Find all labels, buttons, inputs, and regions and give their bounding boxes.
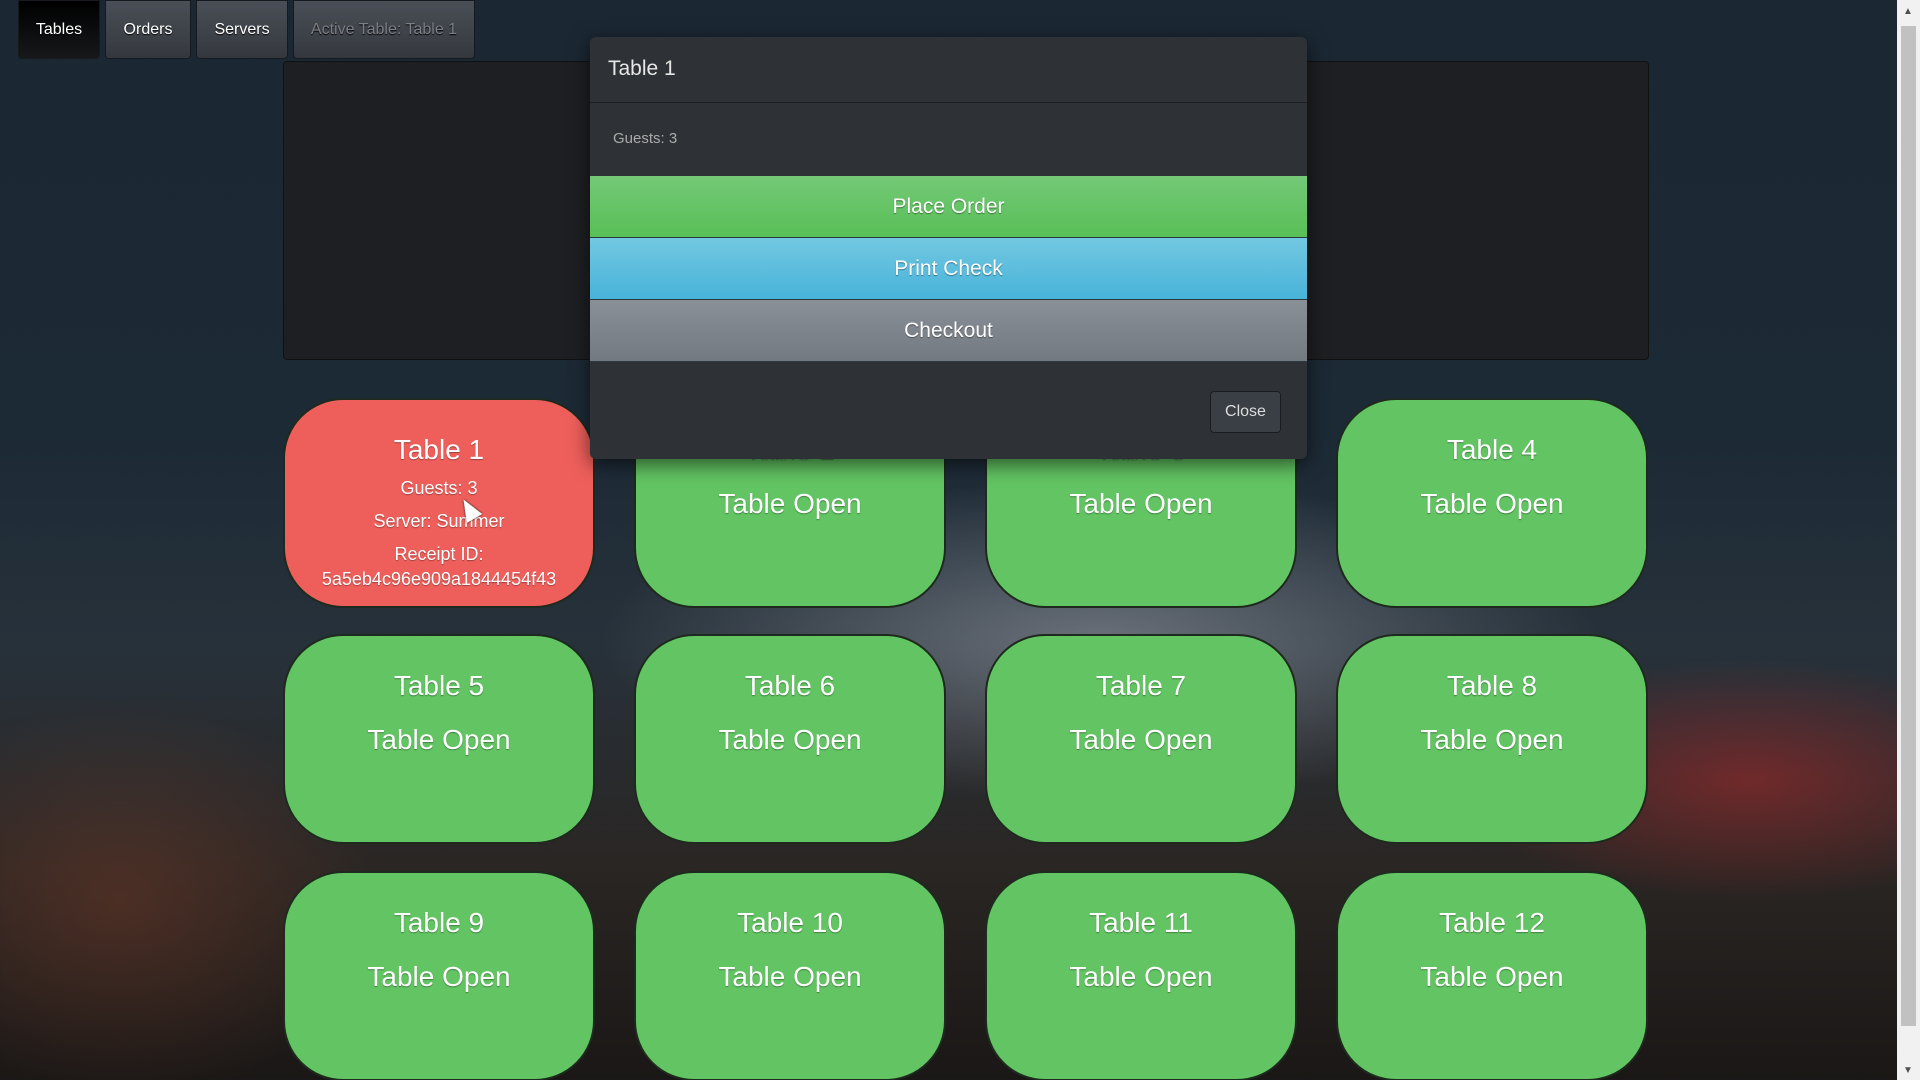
- table-name: Table 9: [393, 907, 485, 938]
- tab-tables[interactable]: Tables: [18, 0, 100, 59]
- table-status: Table Open: [1069, 724, 1213, 755]
- scrollbar[interactable]: ▲ ▼: [1897, 0, 1920, 1080]
- table-name: Table 8: [1446, 670, 1538, 701]
- table-name: Table 6: [744, 670, 836, 701]
- table-status: Table Open: [1420, 488, 1564, 519]
- table-card-7[interactable]: Table 7 Table Open: [985, 634, 1297, 844]
- table-card-8[interactable]: Table 8 Table Open: [1336, 634, 1648, 844]
- table-card-5[interactable]: Table 5 Table Open: [283, 634, 595, 844]
- table-card-12[interactable]: Table 12 Table Open: [1336, 871, 1648, 1080]
- table-card-11[interactable]: Table 11 Table Open: [985, 871, 1297, 1080]
- scroll-down-icon[interactable]: ▼: [1903, 1065, 1913, 1076]
- receipt-label: Receipt ID:: [394, 544, 484, 564]
- table-name: Table 4: [1446, 434, 1538, 465]
- table-status: Table Open: [1069, 961, 1213, 992]
- tab-orders[interactable]: Orders: [105, 0, 191, 59]
- checkout-button[interactable]: Checkout: [590, 300, 1307, 362]
- table-status: Table Open: [718, 724, 862, 755]
- table-status: Table Open: [718, 961, 862, 992]
- table-name: Table 10: [737, 907, 843, 938]
- table-card-6[interactable]: Table 6 Table Open: [634, 634, 946, 844]
- table-card-9[interactable]: Table 9 Table Open: [283, 871, 595, 1080]
- table-status: Table Open: [367, 961, 511, 992]
- table-name: Table 5: [393, 670, 485, 701]
- table-guests: Guests: 3: [400, 478, 478, 498]
- table-status: Table Open: [1420, 961, 1564, 992]
- modal-title: Table 1: [590, 37, 1307, 103]
- table-status: Table Open: [367, 724, 511, 755]
- table-status: Table Open: [1069, 488, 1213, 519]
- table-name: Table 7: [1095, 670, 1187, 701]
- close-button[interactable]: Close: [1210, 391, 1281, 433]
- table-card-4[interactable]: Table 4 Table Open: [1336, 398, 1648, 608]
- table-status: Table Open: [718, 488, 862, 519]
- table-modal: Table 1 Guests: 3 Place Order Print Chec…: [590, 37, 1307, 459]
- modal-guests: Guests: 3: [613, 130, 678, 147]
- table-status: Table Open: [1420, 724, 1564, 755]
- table-name: Table 11: [1089, 907, 1193, 938]
- place-order-button[interactable]: Place Order: [590, 176, 1307, 238]
- receipt-id: 5a5eb4c96e909a1844454f43: [321, 569, 557, 589]
- tab-servers[interactable]: Servers: [196, 0, 288, 59]
- tab-active-table: Active Table: Table 1: [293, 0, 475, 59]
- scrollbar-thumb[interactable]: [1901, 26, 1916, 1026]
- table-server: Server: Summer: [373, 511, 505, 531]
- table-card-10[interactable]: Table 10 Table Open: [634, 871, 946, 1080]
- table-name: Table 12: [1439, 907, 1545, 938]
- print-check-button[interactable]: Print Check: [590, 238, 1307, 300]
- scroll-up-icon[interactable]: ▲: [1903, 6, 1913, 17]
- table-card-1[interactable]: Table 1 Guests: 3 Server: Summer Receipt…: [283, 398, 595, 608]
- table-name: Table 1: [393, 434, 485, 465]
